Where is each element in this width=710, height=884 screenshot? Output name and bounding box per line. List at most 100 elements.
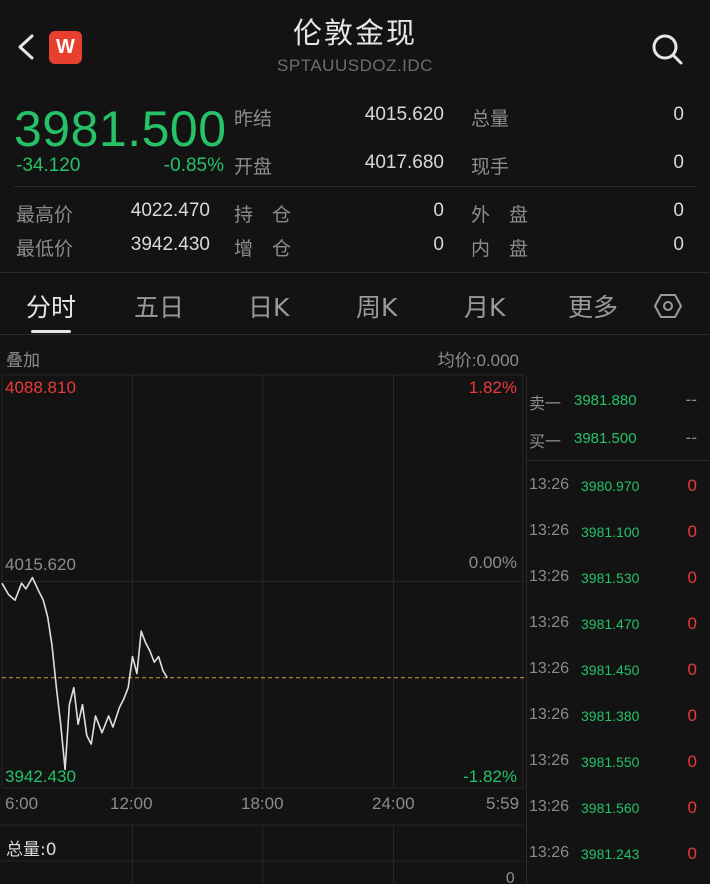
ask-price: 3981.880 xyxy=(574,392,637,409)
tick-price: 3981.560 xyxy=(581,800,640,816)
tick-price: 3980.970 xyxy=(581,478,640,494)
tick-price: 3981.450 xyxy=(581,662,640,678)
tick-row: 13:26 3980.970 0 xyxy=(527,476,710,516)
tick-row: 13:26 3981.380 0 xyxy=(527,706,710,746)
tab-more[interactable]: 更多 xyxy=(568,288,618,324)
tick-row: 13:26 3981.530 0 xyxy=(527,568,710,608)
tick-time: 13:26 xyxy=(529,752,570,769)
bid-row: 买一 3981.500 -- xyxy=(527,420,710,451)
search-icon[interactable] xyxy=(650,32,684,66)
divider xyxy=(0,272,710,273)
volume-axis-zero: 0 xyxy=(505,869,515,884)
oi-change-label: 增 仓 xyxy=(234,238,292,260)
x-tick: 24:00 xyxy=(372,794,415,813)
prev-settle-value: 4015.620 xyxy=(364,104,444,125)
tick-row: 13:26 3981.470 0 xyxy=(527,614,710,654)
stats-panel: 最高价 4022.470 最低价 3942.430 持 仓 0 增 仓 0 外 … xyxy=(0,186,710,270)
header-bar: W 伦敦金现 SPTAUUSDOZ.IDC xyxy=(0,0,710,92)
low-label: 最低价 xyxy=(16,238,74,260)
high-value: 4022.470 xyxy=(130,200,210,221)
tick-volume: 0 xyxy=(687,660,697,679)
total-volume-caption: 总量:0 xyxy=(6,840,57,860)
tick-volume: 0 xyxy=(687,522,697,541)
outer-volume-label: 外 盘 xyxy=(471,204,529,226)
open-interest-label: 持 仓 xyxy=(234,204,292,226)
tick-time: 13:26 xyxy=(529,476,570,493)
current-hand-value: 0 xyxy=(673,152,684,173)
x-tick: 6:00 xyxy=(5,794,39,813)
tick-volume: 0 xyxy=(687,568,697,587)
intraday-chart: 叠加 均价:0.000 4088.810 1.82% 4015.620 0.00… xyxy=(0,335,525,884)
x-tick: 12:00 xyxy=(110,794,153,813)
open-value: 4017.680 xyxy=(364,152,444,173)
tick-volume: 0 xyxy=(687,706,697,725)
tick-row: 13:26 3981.550 0 xyxy=(527,752,710,792)
total-volume-label: 总量 xyxy=(471,108,510,130)
symbol-code: SPTAUUSDOZ.IDC xyxy=(277,56,433,75)
tab-daily-k[interactable]: 日K xyxy=(248,288,289,324)
ask-row: 卖一 3981.880 -- xyxy=(527,382,710,413)
page-title: 伦敦金现 xyxy=(292,16,417,50)
tick-price: 3981.470 xyxy=(581,616,640,632)
ask-label: 卖一 xyxy=(529,394,562,413)
tick-row: 13:26 3981.243 0 xyxy=(527,844,710,884)
tick-row: 13:26 3981.100 0 xyxy=(527,522,710,562)
tick-price: 3981.550 xyxy=(581,754,640,770)
tick-time: 13:26 xyxy=(529,614,570,631)
open-label: 开盘 xyxy=(234,156,273,178)
tab-weekly-k[interactable]: 周K xyxy=(356,288,397,324)
low-value: 3942.430 xyxy=(130,234,210,255)
oi-change-value: 0 xyxy=(433,234,444,255)
bid-volume: -- xyxy=(685,428,697,447)
tick-row: 13:26 3981.450 0 xyxy=(527,660,710,700)
high-label: 最高价 xyxy=(16,204,74,226)
tick-price: 3981.243 xyxy=(581,846,640,862)
y-tick-mid-pct: 0.00% xyxy=(468,553,517,572)
price-series-line xyxy=(1,576,168,771)
y-tick-high-pct: 1.82% xyxy=(468,378,517,397)
tick-time: 13:26 xyxy=(529,568,570,585)
active-tab-indicator xyxy=(31,330,71,333)
x-tick: 5:59 xyxy=(486,794,520,813)
y-tick-high: 4088.810 xyxy=(5,378,76,397)
y-tick-low-pct: -1.82% xyxy=(463,767,517,786)
bid-price: 3981.500 xyxy=(574,430,637,447)
bid-label: 买一 xyxy=(529,432,562,451)
prev-settle-label: 昨结 xyxy=(234,108,273,130)
tick-volume: 0 xyxy=(687,476,697,495)
tick-time: 13:26 xyxy=(529,798,570,815)
tick-volume: 0 xyxy=(687,752,697,771)
period-tabs: 分时 五日 日K 周K 月K 更多 xyxy=(0,276,710,334)
price-change-percent: -0.85% xyxy=(163,155,224,176)
tab-monthly-k[interactable]: 月K xyxy=(464,288,505,324)
tick-time: 13:26 xyxy=(529,522,570,539)
tick-row: 13:26 3981.560 0 xyxy=(527,798,710,838)
settings-hexagon-icon[interactable] xyxy=(654,292,682,320)
open-interest-value: 0 xyxy=(433,200,444,221)
total-volume-value: 0 xyxy=(673,104,684,125)
tick-time: 13:26 xyxy=(529,660,570,677)
y-tick-mid: 4015.620 xyxy=(5,555,76,574)
ask-volume: -- xyxy=(685,390,697,409)
tick-volume: 0 xyxy=(687,844,697,863)
tick-volume: 0 xyxy=(687,614,697,633)
tick-price: 3981.100 xyxy=(581,524,640,540)
quote-panel: 3981.500 -34.120 -0.85% 昨结 4015.620 开盘 4… xyxy=(0,92,710,184)
tab-intraday[interactable]: 分时 xyxy=(26,288,76,324)
y-tick-low: 3942.430 xyxy=(5,767,76,786)
trade-ticks-panel: 卖一 3981.880 -- 买一 3981.500 -- 13:26 3980.… xyxy=(526,376,710,884)
divider xyxy=(527,460,710,461)
tick-price: 3981.530 xyxy=(581,570,640,586)
last-price: 3981.500 xyxy=(14,101,227,157)
tick-time: 13:26 xyxy=(529,706,570,723)
inner-volume-value: 0 xyxy=(673,234,684,255)
tick-volume: 0 xyxy=(687,798,697,817)
current-hand-label: 现手 xyxy=(471,156,510,178)
tick-price: 3981.380 xyxy=(581,708,640,724)
tick-time: 13:26 xyxy=(529,844,570,861)
inner-volume-label: 内 盘 xyxy=(471,238,529,260)
tab-five-day[interactable]: 五日 xyxy=(134,288,184,324)
outer-volume-value: 0 xyxy=(673,200,684,221)
price-change: -34.120 xyxy=(16,155,81,176)
x-tick: 18:00 xyxy=(241,794,284,813)
